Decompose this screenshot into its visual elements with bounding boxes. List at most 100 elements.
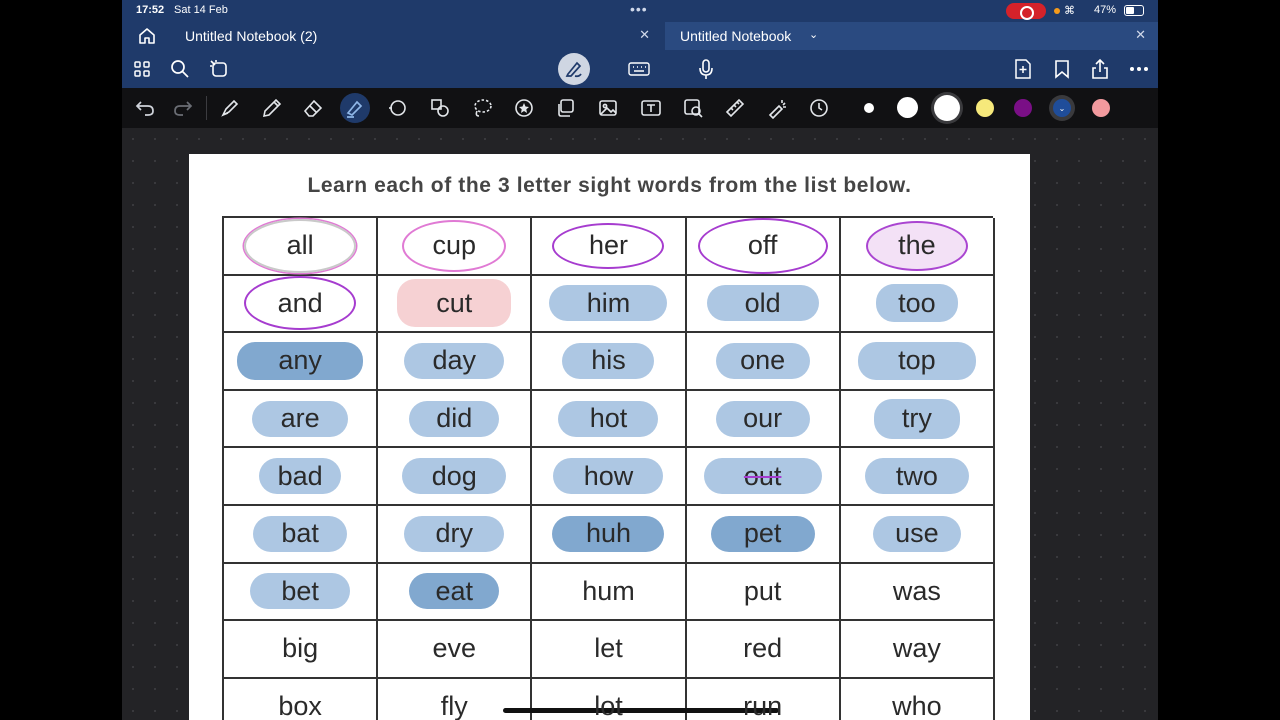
- add-page-icon[interactable]: [1012, 58, 1034, 80]
- screen-record-icon[interactable]: [1006, 3, 1046, 20]
- pen-mode-icon[interactable]: [558, 53, 590, 85]
- word-cell[interactable]: one: [686, 333, 841, 391]
- image-icon[interactable]: [597, 97, 619, 119]
- word-cell[interactable]: day: [378, 333, 533, 391]
- search-icon[interactable]: [169, 58, 191, 80]
- word-cell[interactable]: her: [532, 218, 687, 276]
- ruler-icon[interactable]: [724, 97, 746, 119]
- word-cell[interactable]: cut: [378, 275, 533, 334]
- word-cell[interactable]: was: [840, 563, 995, 622]
- elements-icon[interactable]: [555, 97, 577, 119]
- word-cell[interactable]: lot: [532, 678, 687, 720]
- word-cell[interactable]: his: [532, 333, 687, 391]
- notebook-canvas[interactable]: Learn each of the 3 letter sight words f…: [122, 128, 1158, 720]
- highlighter-icon[interactable]: [340, 93, 370, 123]
- word-cell[interactable]: run: [687, 678, 841, 720]
- word-cell[interactable]: red: [686, 621, 841, 679]
- chevron-down-icon[interactable]: ⌄: [809, 28, 818, 41]
- word-cell[interactable]: any: [224, 333, 379, 391]
- pencil-icon[interactable]: [261, 97, 283, 119]
- word-cell[interactable]: put: [686, 563, 841, 622]
- word-cell[interactable]: two: [840, 448, 995, 506]
- sight-word: how: [583, 460, 634, 491]
- microphone-icon[interactable]: [695, 58, 717, 80]
- word-cell[interactable]: who: [841, 678, 995, 720]
- word-cell[interactable]: old: [686, 275, 841, 334]
- selected-white-swatch[interactable]: [934, 95, 960, 121]
- word-cell[interactable]: bet: [224, 563, 379, 622]
- fountain-pen-icon[interactable]: [219, 97, 241, 119]
- home-icon[interactable]: [136, 26, 158, 46]
- yellow-color-swatch[interactable]: [976, 99, 994, 117]
- close-tab-icon[interactable]: ✕: [639, 27, 650, 43]
- tab-untitled-notebook-2[interactable]: Untitled Notebook (2) ✕: [170, 22, 662, 50]
- word-cell[interactable]: out: [686, 448, 841, 506]
- word-cell[interactable]: dog: [378, 448, 533, 506]
- purple-color-swatch[interactable]: [1014, 99, 1032, 117]
- word-cell[interactable]: let: [532, 621, 687, 679]
- sight-word: let: [594, 633, 623, 664]
- bookmark-icon[interactable]: [1051, 58, 1073, 80]
- word-cell[interactable]: and: [224, 275, 379, 334]
- word-cell[interactable]: eat: [378, 563, 533, 622]
- word-cell[interactable]: too: [840, 275, 995, 334]
- word-cell[interactable]: pet: [686, 505, 841, 564]
- blue-color-swatch[interactable]: ⌄: [1053, 99, 1071, 117]
- word-cell[interactable]: box: [224, 678, 379, 720]
- shape-tool-icon[interactable]: [387, 97, 409, 119]
- tab-untitled-notebook[interactable]: Untitled Notebook ⌄ ✕: [665, 22, 1158, 50]
- eraser-icon[interactable]: [302, 97, 324, 119]
- word-cell[interactable]: did: [378, 390, 533, 449]
- sight-word: bat: [281, 518, 319, 549]
- timer-icon[interactable]: [808, 97, 830, 119]
- shapes-icon[interactable]: [429, 97, 451, 119]
- sticker-icon[interactable]: [513, 97, 535, 119]
- word-cell[interactable]: how: [532, 448, 687, 506]
- word-cell[interactable]: big: [224, 621, 379, 679]
- word-cell[interactable]: fly: [378, 678, 533, 720]
- lasso-mode-icon[interactable]: [208, 58, 230, 80]
- redo-icon[interactable]: [172, 97, 194, 119]
- white-color-swatch[interactable]: [897, 97, 918, 118]
- worksheet-page[interactable]: Learn each of the 3 letter sight words f…: [189, 154, 1030, 720]
- status-time: 17:52: [136, 4, 165, 16]
- word-cell[interactable]: way: [840, 621, 995, 679]
- image-search-icon[interactable]: [682, 97, 704, 119]
- word-cell[interactable]: bat: [224, 505, 379, 564]
- word-cell[interactable]: dry: [378, 505, 533, 564]
- word-cell[interactable]: our: [686, 390, 841, 449]
- sight-word: who: [892, 691, 942, 720]
- sight-word: put: [743, 575, 782, 606]
- word-cell[interactable]: the: [840, 218, 995, 276]
- word-cell[interactable]: huh: [532, 505, 687, 564]
- word-cell[interactable]: all: [224, 218, 379, 276]
- word-cell[interactable]: hum: [532, 563, 687, 622]
- undo-icon[interactable]: [134, 97, 156, 119]
- pink-color-swatch[interactable]: [1092, 99, 1110, 117]
- lasso-icon[interactable]: [471, 97, 493, 119]
- word-cell[interactable]: eve: [378, 621, 533, 679]
- word-cell[interactable]: try: [840, 390, 995, 449]
- word-cell[interactable]: cup: [378, 218, 533, 276]
- share-icon[interactable]: [1089, 58, 1111, 80]
- sight-word: dog: [431, 460, 477, 491]
- word-cell[interactable]: off: [686, 217, 841, 276]
- keyboard-icon[interactable]: [628, 58, 650, 80]
- word-cell[interactable]: use: [840, 505, 995, 564]
- sight-word: try: [901, 403, 932, 434]
- more-icon[interactable]: [1128, 58, 1150, 80]
- home-indicator-bar[interactable]: [503, 708, 779, 713]
- word-cell[interactable]: him: [532, 275, 687, 334]
- sight-word: use: [895, 518, 939, 549]
- grid-icon[interactable]: [131, 58, 153, 80]
- text-box-icon[interactable]: [640, 97, 662, 119]
- word-cell[interactable]: hot: [532, 390, 687, 449]
- sight-word: was: [892, 575, 941, 606]
- pen-size-small-swatch[interactable]: [864, 103, 874, 113]
- word-cell[interactable]: top: [840, 333, 995, 391]
- close-tab-icon[interactable]: ✕: [1135, 27, 1146, 43]
- word-cell[interactable]: bad: [224, 448, 379, 506]
- word-cell[interactable]: are: [224, 390, 379, 449]
- multitasking-dots-icon[interactable]: •••: [630, 1, 648, 17]
- laser-pointer-icon[interactable]: [766, 97, 788, 119]
